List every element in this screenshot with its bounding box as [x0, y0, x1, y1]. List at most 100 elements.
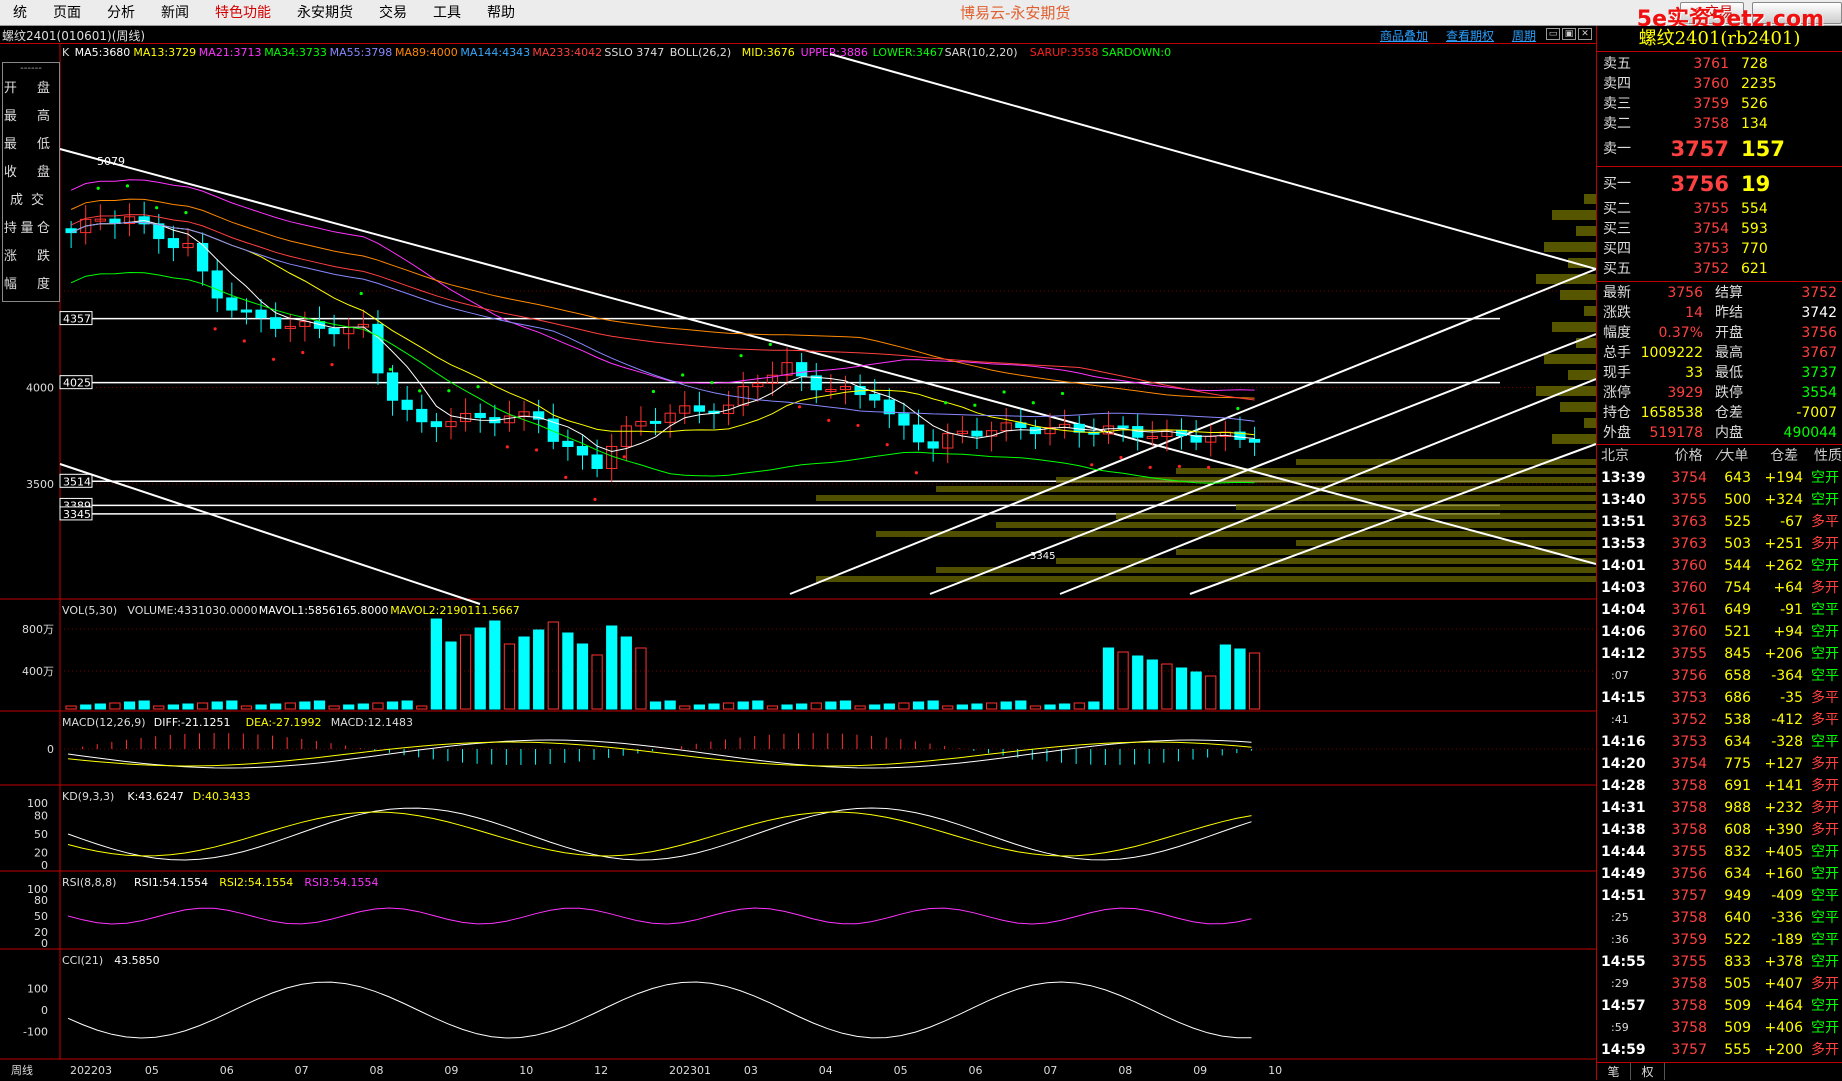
menu-item-2[interactable]: 分析: [94, 0, 148, 26]
link-overlay[interactable]: 商品叠加: [1380, 27, 1428, 44]
menu-item-7[interactable]: 工具: [420, 0, 474, 26]
sar-dot: [944, 401, 948, 405]
ask-row[interactable]: 卖一 3757 157: [1597, 134, 1842, 164]
ask-row[interactable]: 卖三 3759 526: [1597, 94, 1842, 114]
tick-row[interactable]: :59 3758 509 +406 空开: [1597, 1017, 1842, 1039]
x-axis-label: 05: [894, 1064, 908, 1077]
quote-stats: 最新 3756 结算 3752 涨跌 14 昨结 3742 幅度 0.37% 开盘 3756 总手 100…: [1597, 282, 1842, 445]
tick-price: 3758: [1671, 1020, 1707, 1036]
ma55-line: [70, 221, 1255, 422]
chart-header: 螺纹2401(010601)(周线) 商品叠加 查看期权 周期 ▭ ▣ ✕: [0, 26, 1596, 44]
quote-footer: 笔权: [1597, 1062, 1842, 1080]
tick-row[interactable]: :29 3758 505 +407 多开: [1597, 973, 1842, 995]
tick-row[interactable]: 14:51 3757 949 -409 空平: [1597, 885, 1842, 907]
tick-oi-change: +194: [1764, 470, 1803, 486]
stat-row: 涨停 3929 跌停 3554: [1597, 383, 1842, 403]
tick-nature: 多开: [1811, 976, 1839, 992]
tick-row[interactable]: 14:44 3755 832 +405 空开: [1597, 841, 1842, 863]
tick-row[interactable]: 14:03 3760 754 +64 多开: [1597, 577, 1842, 599]
tick-row[interactable]: 14:16 3753 634 -328 空平: [1597, 731, 1842, 753]
tick-row[interactable]: 14:01 3760 544 +262 空开: [1597, 555, 1842, 577]
tick-row[interactable]: 14:49 3756 634 +160 空开: [1597, 863, 1842, 885]
menu-item-0[interactable]: 统: [0, 0, 40, 26]
close-icon[interactable]: ✕: [1578, 28, 1592, 40]
sar-dot: [1177, 464, 1182, 469]
bid-row[interactable]: 买二 3755 554: [1597, 199, 1842, 219]
volume-bar: [123, 701, 136, 710]
tick-oi-change: +262: [1764, 558, 1803, 574]
tick-row[interactable]: 13:51 3763 525 -67 多平: [1597, 511, 1842, 533]
tick-header-cell: 性质: [1814, 448, 1842, 464]
ask-volume: 134: [1741, 116, 1768, 132]
tick-row[interactable]: 13:40 3755 500 +324 空开: [1597, 489, 1842, 511]
tick-row[interactable]: :25 3758 640 -336 空平: [1597, 907, 1842, 929]
bid-row[interactable]: 买四 3753 770: [1597, 239, 1842, 259]
sar-dot: [593, 497, 597, 501]
tick-row[interactable]: 14:28 3758 691 +141 多开: [1597, 775, 1842, 797]
osc-tick: 100: [27, 797, 48, 810]
tick-row[interactable]: 13:53 3763 503 +251 多开: [1597, 533, 1842, 555]
volume-bar: [664, 700, 676, 710]
menu-item-3[interactable]: 新闻: [148, 0, 202, 26]
restore-icon[interactable]: ▣: [1562, 28, 1576, 40]
tick-row[interactable]: 14:06 3760 521 +94 空开: [1597, 621, 1842, 643]
volume-bar: [1088, 701, 1100, 710]
tick-price: 3755: [1671, 954, 1707, 970]
tick-row[interactable]: 14:12 3755 845 +206 空开: [1597, 643, 1842, 665]
tick-row[interactable]: :07 3756 658 -364 空平: [1597, 665, 1842, 687]
osc-tick: -100: [23, 1026, 48, 1039]
tick-price: 3763: [1671, 536, 1707, 552]
sar-dot: [1207, 465, 1211, 469]
link-options[interactable]: 查看期权: [1446, 27, 1494, 44]
tick-row[interactable]: 14:04 3761 649 -91 空平: [1597, 599, 1842, 621]
menu-item-6[interactable]: 交易: [366, 0, 420, 26]
link-period[interactable]: 周期: [1512, 27, 1536, 44]
tick-header-cell: 仓差: [1770, 448, 1799, 464]
tick-row[interactable]: 14:59 3757 555 +200 多开: [1597, 1039, 1842, 1061]
tick-row[interactable]: :41 3752 538 -412 多平: [1597, 709, 1842, 731]
ohlc-label: 最 高: [3, 109, 59, 124]
bid-row[interactable]: 买五 3752 621: [1597, 259, 1842, 279]
ask-row[interactable]: 卖二 3758 134: [1597, 114, 1842, 134]
tick-row[interactable]: 14:57 3758 509 +464 空开: [1597, 995, 1842, 1017]
candle-body: [1117, 425, 1129, 429]
footer-tab-1[interactable]: 权: [1631, 1063, 1665, 1080]
candle-body: [196, 242, 209, 272]
menu-item-1[interactable]: 页面: [40, 0, 94, 26]
volume-bar: [270, 703, 282, 710]
sar-dot: [271, 357, 276, 361]
tick-price: 3755: [1671, 646, 1707, 662]
ask-row[interactable]: 卖五 3761 728: [1597, 54, 1842, 74]
tick-oi-change: -409: [1771, 888, 1803, 904]
legend-item: 43.5850: [114, 954, 160, 967]
volume-bar: [182, 703, 194, 710]
menu-item-4[interactable]: 特色功能: [202, 0, 284, 26]
tick-oi-change: +407: [1764, 976, 1803, 992]
candle-body: [576, 445, 589, 456]
tick-row[interactable]: 14:55 3755 833 +378 空开: [1597, 951, 1842, 973]
bid-row[interactable]: 买三 3754 593: [1597, 219, 1842, 239]
tick-row[interactable]: 14:38 3758 608 +390 多开: [1597, 819, 1842, 841]
tick-row[interactable]: 14:15 3753 686 -35 多平: [1597, 687, 1842, 709]
kline-chart[interactable]: K MA5:3680 MA13:3729 MA21:3713 MA34:3733 MA55…: [0, 44, 1596, 1080]
footer-tab-0[interactable]: 笔: [1597, 1063, 1631, 1080]
tick-row[interactable]: 14:31 3758 988 +232 多开: [1597, 797, 1842, 819]
tick-nature: 空开: [1811, 998, 1839, 1014]
bid-row[interactable]: 买一 3756 19: [1597, 169, 1842, 199]
volume-bar: [386, 701, 399, 710]
menu-item-8[interactable]: 帮助: [474, 0, 528, 26]
x-axis-label: 09: [444, 1064, 458, 1077]
tick-volume: 505: [1724, 976, 1751, 992]
volume-bar: [562, 632, 574, 710]
tick-row[interactable]: 14:20 3754 775 +127 多开: [1597, 753, 1842, 775]
tick-row[interactable]: :36 3759 522 -189 空平: [1597, 929, 1842, 951]
tick-list[interactable]: 13:39 3754 643 +194 空开 13:40 3755 500 +324 空开 13:5…: [1597, 467, 1842, 1061]
ask-row[interactable]: 卖四 3760 2235: [1597, 74, 1842, 94]
legend-item: RSI2:54.1554: [219, 876, 293, 889]
tick-row[interactable]: 13:39 3754 643 +194 空开: [1597, 467, 1842, 489]
tick-time: 13:39: [1601, 470, 1646, 486]
x-axis-label: 08: [370, 1064, 384, 1077]
menu-item-5[interactable]: 永安期货: [284, 0, 366, 26]
minimize-icon[interactable]: ▭: [1546, 28, 1560, 40]
candle-body: [1248, 438, 1261, 443]
